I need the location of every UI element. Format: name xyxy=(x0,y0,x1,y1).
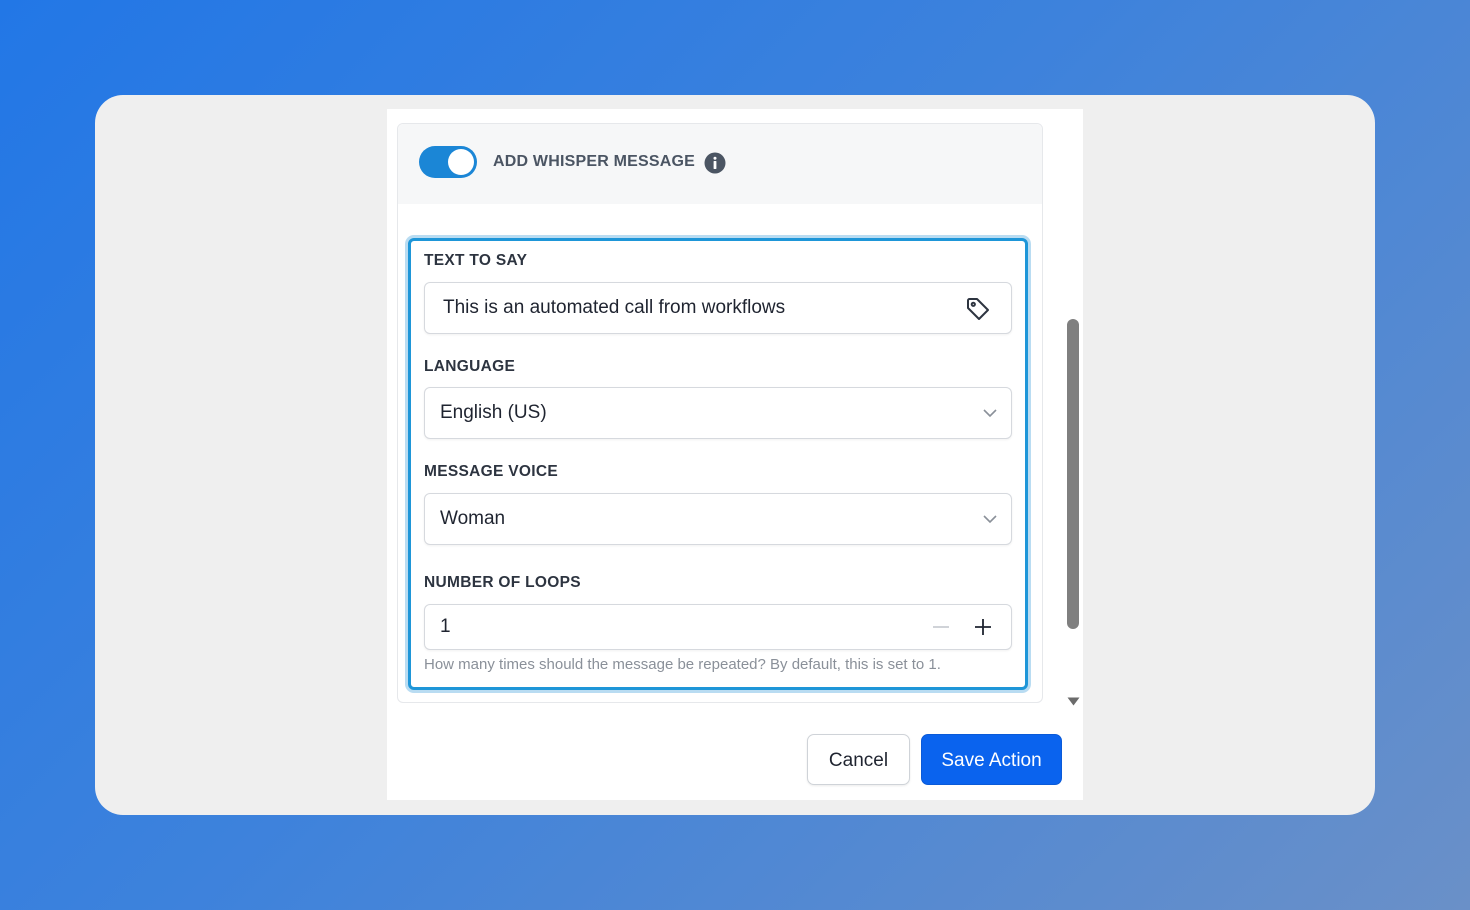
language-label: LANGUAGE xyxy=(424,358,516,375)
text-to-say-input[interactable]: This is an automated call from workflows xyxy=(424,282,1012,334)
toggle-knob xyxy=(448,149,474,175)
number-of-loops-value: 1 xyxy=(440,616,451,637)
message-voice-label: MESSAGE VOICE xyxy=(424,463,558,480)
message-voice-value: Woman xyxy=(440,508,506,529)
minus-icon[interactable] xyxy=(929,615,953,639)
app-window: ADD WHISPER MESSAGE TEXT TO SAY This is … xyxy=(95,95,1375,815)
card-header: ADD WHISPER MESSAGE xyxy=(398,124,1042,204)
plus-icon[interactable] xyxy=(971,615,995,639)
info-icon[interactable] xyxy=(704,152,726,174)
number-of-loops-help: How many times should the message be rep… xyxy=(424,656,941,673)
chevron-down-icon xyxy=(983,409,997,418)
scrollbar-thumb[interactable] xyxy=(1067,319,1079,629)
text-to-say-value: This is an automated call from workflows xyxy=(443,297,786,318)
save-action-button[interactable]: Save Action xyxy=(921,734,1062,785)
message-voice-select[interactable]: Woman xyxy=(424,493,1012,545)
whisper-message-label: ADD WHISPER MESSAGE xyxy=(493,153,696,170)
cancel-button[interactable]: Cancel xyxy=(807,734,910,785)
number-of-loops-stepper[interactable]: 1 xyxy=(424,604,1012,650)
chevron-down-icon xyxy=(983,515,997,524)
tag-icon[interactable] xyxy=(965,296,991,322)
action-panel: ADD WHISPER MESSAGE TEXT TO SAY This is … xyxy=(387,109,1083,800)
whisper-message-card: ADD WHISPER MESSAGE TEXT TO SAY This is … xyxy=(397,123,1043,703)
text-to-say-label: TEXT TO SAY xyxy=(424,252,528,269)
whisper-message-toggle[interactable] xyxy=(419,146,477,178)
whisper-settings-section: TEXT TO SAY This is an automated call fr… xyxy=(408,238,1028,690)
language-select[interactable]: English (US) xyxy=(424,387,1012,439)
scroll-down-arrow-icon[interactable] xyxy=(1067,697,1080,706)
language-value: English (US) xyxy=(440,402,547,423)
number-of-loops-label: NUMBER OF LOOPS xyxy=(424,574,581,591)
